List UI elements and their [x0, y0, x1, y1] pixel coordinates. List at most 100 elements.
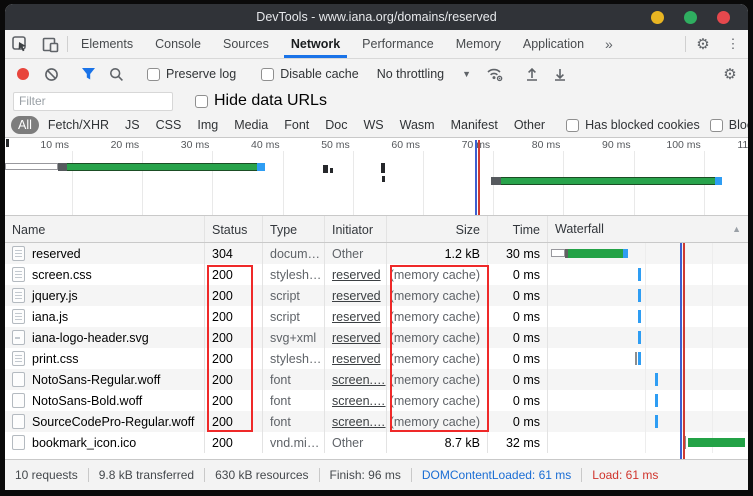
close-button[interactable] [717, 11, 730, 24]
requests-table: NameStatusTypeInitiatorSizeTimeWaterfall… [5, 216, 748, 459]
table-row[interactable]: jquery.js200scriptreserved(memory cache)… [5, 285, 748, 306]
type-filter-fetch-xhr[interactable]: Fetch/XHR [41, 116, 116, 134]
table-row[interactable]: SourceCodePro-Regular.woff200fontscreen.… [5, 411, 748, 432]
settings-gear-icon[interactable]: ⚙ [688, 30, 718, 58]
import-har-icon[interactable] [520, 62, 544, 86]
network-settings-gear-icon[interactable]: ⚙ [718, 62, 742, 86]
column-header-type[interactable]: Type [263, 216, 325, 242]
table-row[interactable]: iana.js200scriptreserved(memory cache)0 … [5, 306, 748, 327]
column-header-status[interactable]: Status [205, 216, 263, 242]
time-cell: 0 ms [488, 327, 548, 348]
network-conditions-icon[interactable] [483, 62, 507, 86]
column-header-name[interactable]: Name [5, 216, 205, 242]
initiator-link[interactable]: reserved [332, 310, 381, 324]
hide-data-urls-checkbox[interactable]: Hide data URLs [189, 92, 333, 110]
devtools-window: DevTools - www.iana.org/domains/reserved… [5, 4, 748, 490]
type-filter-img[interactable]: Img [190, 116, 225, 134]
overview-request-bar [501, 177, 715, 185]
tab-elements[interactable]: Elements [70, 30, 144, 58]
record-button[interactable] [11, 62, 35, 86]
initiator-link[interactable]: reserved [332, 268, 381, 282]
column-header-waterfall[interactable]: Waterfall▲ [548, 216, 748, 242]
blocked-requests-checkbox[interactable]: Blocked Requests [706, 118, 748, 132]
column-header-time[interactable]: Time [488, 216, 548, 242]
more-tabs-button[interactable]: » [595, 30, 623, 58]
request-name-cell: reserved [5, 243, 205, 264]
type-filter-ws[interactable]: WS [356, 116, 390, 134]
domcontentloaded-line [680, 243, 682, 459]
table-row[interactable]: screen.css200stylesh…reserved(memory cac… [5, 264, 748, 285]
has-blocked-cookies-checkbox[interactable]: Has blocked cookies [562, 118, 704, 132]
tab-application[interactable]: Application [512, 30, 595, 58]
initiator-link[interactable]: reserved [332, 289, 381, 303]
timeline-overview[interactable]: 10 ms20 ms30 ms40 ms50 ms60 ms70 ms80 ms… [5, 138, 748, 216]
waterfall-gridline [645, 327, 646, 348]
table-row[interactable]: print.css200stylesh…reserved(memory cach… [5, 348, 748, 369]
domcontentloaded-line [475, 140, 477, 215]
type-cell: font [263, 411, 325, 432]
device-toolbar-icon[interactable] [35, 30, 65, 58]
devtools-tab-bar: ElementsConsoleSourcesNetworkPerformance… [5, 30, 748, 59]
request-name: screen.css [32, 268, 92, 282]
type-filter-js[interactable]: JS [118, 116, 147, 134]
column-header-initiator[interactable]: Initiator [325, 216, 387, 242]
waterfall-cell [548, 390, 748, 411]
type-filter-doc[interactable]: Doc [318, 116, 354, 134]
initiator-link[interactable]: reserved [332, 331, 381, 345]
clear-button[interactable] [39, 62, 63, 86]
throttling-dropdown[interactable]: No throttling ▼ [369, 67, 479, 81]
table-row[interactable]: bookmark_icon.ico200vnd.mi…Other8.7 kB32… [5, 432, 748, 453]
disable-cache-checkbox[interactable]: Disable cache [255, 67, 365, 81]
status-bar-item[interactable]: DOMContentLoaded: 61 ms [422, 468, 571, 482]
tab-sources[interactable]: Sources [212, 30, 280, 58]
type-filter-font[interactable]: Font [277, 116, 316, 134]
kebab-menu-icon[interactable]: ⋮ [718, 30, 748, 58]
tab-performance[interactable]: Performance [351, 30, 445, 58]
type-filter-wasm[interactable]: Wasm [393, 116, 442, 134]
document-resource-icon [12, 351, 25, 366]
filter-funnel-icon[interactable] [76, 62, 100, 86]
column-header-size[interactable]: Size [387, 216, 488, 242]
status-cell: 200 [205, 432, 263, 453]
title-bar[interactable]: DevTools - www.iana.org/domains/reserved [5, 4, 748, 30]
type-filter-css[interactable]: CSS [149, 116, 189, 134]
initiator-link[interactable]: reserved [332, 352, 381, 366]
request-type-filters: AllFetch/XHRJSCSSImgMediaFontDocWSWasmMa… [5, 113, 748, 138]
status-cell: 200 [205, 327, 263, 348]
filter-row: Hide data URLs [5, 89, 748, 113]
type-filter-other[interactable]: Other [507, 116, 552, 134]
inspect-element-icon[interactable] [5, 30, 35, 58]
time-cell: 32 ms [488, 432, 548, 453]
initiator-link[interactable]: screen.… [332, 373, 386, 387]
preserve-log-checkbox[interactable]: Preserve log [141, 67, 242, 81]
status-bar-item[interactable]: Load: 61 ms [592, 468, 658, 482]
minimize-button[interactable] [651, 11, 664, 24]
maximize-button[interactable] [684, 11, 697, 24]
tab-strip: ElementsConsoleSourcesNetworkPerformance… [70, 30, 595, 58]
table-row[interactable]: NotoSans-Bold.woff200fontscreen.…(memory… [5, 390, 748, 411]
type-filter-all[interactable]: All [11, 116, 39, 134]
tab-memory[interactable]: Memory [445, 30, 512, 58]
type-filter-manifest[interactable]: Manifest [444, 116, 505, 134]
type-filter-media[interactable]: Media [227, 116, 275, 134]
search-icon[interactable] [104, 62, 128, 86]
initiator-link[interactable]: screen.… [332, 394, 386, 408]
overview-request-bar [257, 163, 265, 171]
waterfall-gridline [645, 432, 646, 453]
filter-input[interactable] [13, 92, 173, 111]
waterfall-gridline [712, 369, 713, 390]
table-row[interactable]: iana-logo-header.svg200svg+xmlreserved(m… [5, 327, 748, 348]
request-name: jquery.js [32, 289, 78, 303]
tab-console[interactable]: Console [144, 30, 212, 58]
table-row[interactable]: NotoSans-Regular.woff200fontscreen.…(mem… [5, 369, 748, 390]
window-frame: DevTools - www.iana.org/domains/reserved… [0, 0, 753, 496]
size-cell: (memory cache) [387, 285, 488, 306]
request-name-cell: print.css [5, 348, 205, 369]
export-har-icon[interactable] [548, 62, 572, 86]
document-resource-icon [12, 267, 25, 282]
initiator-link[interactable]: screen.… [332, 415, 386, 429]
network-toolbar: Preserve log Disable cache No throttling… [5, 59, 748, 89]
tab-network[interactable]: Network [280, 30, 351, 58]
status-cell: 304 [205, 243, 263, 264]
table-row[interactable]: reserved304docum…Other1.2 kB30 ms [5, 243, 748, 264]
